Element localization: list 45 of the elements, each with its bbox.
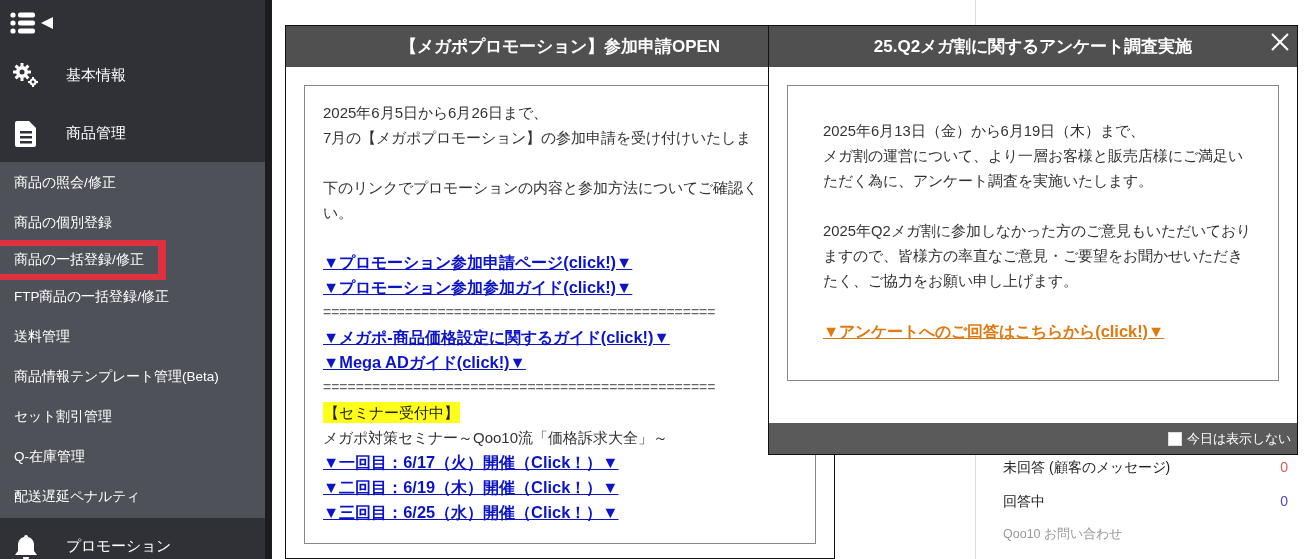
- inquiry-count[interactable]: 0: [1280, 492, 1288, 510]
- notice-text: 下のリンクでプロモーションの内容と参加方法についてご確認く: [323, 178, 759, 198]
- sidebar-section[interactable]: プロモーション: [66, 537, 171, 556]
- separator-text: ================================================: [323, 378, 717, 397]
- inquiry-label: 回答中: [1003, 492, 1045, 510]
- dialog-title: 【メガポプロモーション】参加申請OPEN: [399, 36, 721, 58]
- sidebar-section[interactable]: 基本情報: [66, 65, 126, 85]
- notice-text: メガ割の運営について、より一層お客様と販売店様にご満足いただく為に、アンケート調査を実施いたします。: [823, 147, 1244, 191]
- notice-link[interactable]: ▼メガポ-商品価格設定に関するガイド(click!)▼: [323, 325, 670, 350]
- highlighted-label: 【セミナー受付中】: [323, 402, 460, 423]
- sidebar-item[interactable]: 送料管理: [0, 317, 70, 357]
- notice-text: 2025年6月13日（金）から6月19日（木）まで、: [823, 122, 1147, 141]
- sidebar-item[interactable]: 商品情報テンプレート管理(Beta): [0, 357, 219, 397]
- notice-text: メガポ対策セミナー～Qoo10流「価格訴求大全」～: [323, 428, 670, 448]
- bell-icon: [15, 533, 37, 559]
- menu-icon[interactable]: [10, 11, 35, 34]
- close-button[interactable]: [1271, 33, 1289, 51]
- sidebar-item[interactable]: 商品の一括登録/修正: [0, 240, 166, 280]
- sidebar-item[interactable]: Q-在庫管理: [0, 437, 85, 477]
- notice-link[interactable]: ▼二回目：6/19（木）開催（Click！）▼: [323, 475, 619, 500]
- sidebar-item[interactable]: FTP商品の一括登録/修正: [0, 277, 170, 317]
- notice-text: 2025年6月5日から6月26日まで、: [323, 103, 550, 123]
- notice-link[interactable]: ▼プロモーション参加申請ページ(click!)▼: [323, 250, 633, 275]
- sidebar-item[interactable]: 商品の個別登録: [0, 203, 112, 243]
- sidebar-section[interactable]: 商品管理: [66, 124, 126, 143]
- sidebar-item[interactable]: 商品の照会/修正: [0, 163, 116, 203]
- collapse-icon[interactable]: [41, 16, 53, 29]
- notice-link[interactable]: ▼一回目：6/17（火）開催（Click！）▼: [323, 450, 619, 475]
- inquiry-label: 未回答 (顧客のメッセージ): [1003, 458, 1171, 476]
- inquiry-count[interactable]: 0: [1280, 458, 1288, 476]
- notice-link[interactable]: ▼プロモーション参加参加ガイド(click!)▼: [323, 275, 633, 300]
- sidebar-item[interactable]: セット割引管理: [0, 397, 112, 437]
- checkbox[interactable]: [1168, 431, 1182, 446]
- checkbox-label[interactable]: 今日は表示しない: [1187, 429, 1291, 448]
- notice-link[interactable]: ▼Mega ADガイド(click!)▼: [323, 350, 526, 375]
- notice-text: い。: [323, 203, 354, 223]
- separator-text: ================================================: [323, 303, 717, 322]
- gears-icon: [12, 62, 40, 88]
- notice-link[interactable]: ▼三回目：6/25（水）開催（Click！）▼: [323, 500, 619, 525]
- sidebar-item[interactable]: 配送遅延ペナルティ: [0, 477, 140, 517]
- notice-text: 2025年Q2メガ割に参加しなかった方のご意見もいただいておりますので、皆様方の率直なご意見・ご要望をお聞かせいただきたく、ご協力をお願い申し上げます。: [823, 222, 1251, 291]
- document-icon: [15, 120, 37, 147]
- notice-text: 7月の【メガポプロモーション】の参加申請を受け付けいたしま: [323, 128, 753, 148]
- dialog-title: 25.Q2メガ割に関するアンケート調査実施: [873, 36, 1193, 58]
- section-title: Qoo10 お問い合わせ: [1003, 526, 1123, 543]
